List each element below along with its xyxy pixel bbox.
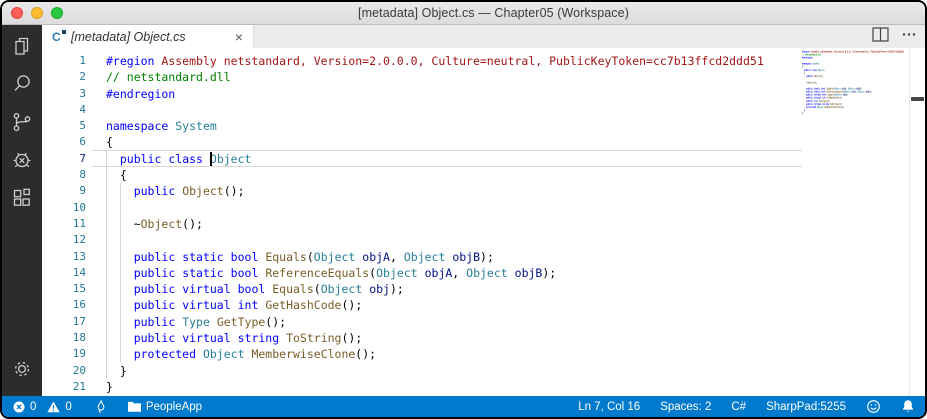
tab-close-icon[interactable]: × bbox=[233, 30, 245, 44]
code-line[interactable]: 2// netstandard.dll bbox=[42, 69, 925, 85]
code-line[interactable]: 8 { bbox=[42, 167, 925, 183]
code-line[interactable]: 3 #endregion bbox=[42, 86, 925, 102]
code-line[interactable]: 6{ bbox=[42, 134, 925, 150]
settings-button[interactable] bbox=[2, 352, 42, 390]
flame-icon bbox=[94, 399, 107, 414]
editor-actions bbox=[872, 25, 917, 48]
more-actions-icon[interactable] bbox=[901, 27, 917, 47]
sidebar-item-explorer[interactable] bbox=[2, 29, 42, 67]
editor-group: C [metadata] Object.cs × 1 #region Assem… bbox=[42, 25, 925, 396]
error-icon bbox=[12, 400, 26, 414]
overview-ruler-cursor-mark bbox=[911, 97, 924, 101]
language-mode[interactable]: C# bbox=[731, 401, 746, 413]
sidebar-item-debug[interactable] bbox=[2, 143, 42, 181]
code-line[interactable]: 7 public class Object bbox=[42, 151, 925, 167]
source-control-icon bbox=[10, 110, 34, 139]
activity-bar bbox=[2, 25, 42, 396]
main-area: C [metadata] Object.cs × 1 #region Assem… bbox=[2, 25, 925, 396]
split-editor-icon[interactable] bbox=[872, 26, 889, 47]
code-line[interactable]: 19 protected Object MemberwiseClone(); bbox=[42, 346, 925, 362]
notifications-bell-icon[interactable] bbox=[901, 399, 915, 414]
code-line[interactable]: 14 public static bool ReferenceEquals(Ob… bbox=[42, 265, 925, 281]
gear-icon bbox=[10, 357, 34, 386]
project-name: PeopleApp bbox=[145, 400, 203, 413]
titlebar: [metadata] Object.cs — Chapter05 (Worksp… bbox=[2, 2, 925, 25]
close-window-button[interactable] bbox=[11, 7, 23, 19]
omnisharp-flame[interactable] bbox=[94, 399, 107, 414]
minimize-window-button[interactable] bbox=[31, 7, 43, 19]
sidebar-item-search[interactable] bbox=[2, 67, 42, 105]
tab-bar: C [metadata] Object.cs × bbox=[42, 25, 925, 48]
problems-indicator[interactable]: 0 0 bbox=[12, 400, 72, 414]
code-editor[interactable]: 1 #region Assembly netstandard, Version=2… bbox=[42, 48, 925, 396]
code-line[interactable]: 18 public virtual string ToString(); bbox=[42, 330, 925, 346]
tab-label: [metadata] Object.cs bbox=[71, 29, 186, 44]
workspace-project[interactable]: PeopleApp bbox=[127, 400, 202, 413]
warning-icon bbox=[46, 400, 61, 414]
zoom-window-button[interactable] bbox=[51, 7, 63, 19]
tab-metadata-object-cs[interactable]: C [metadata] Object.cs × bbox=[42, 25, 254, 48]
code-line[interactable]: 20 } bbox=[42, 363, 925, 379]
editor-scrollbar[interactable] bbox=[909, 48, 925, 396]
sidebar-item-source-control[interactable] bbox=[2, 105, 42, 143]
debug-icon bbox=[10, 148, 34, 177]
code-line[interactable]: 12 bbox=[42, 232, 925, 248]
minimap[interactable]: #region Assembly netstandard, Version=2.… bbox=[802, 50, 912, 394]
code-line[interactable]: 9 public Object(); bbox=[42, 183, 925, 199]
code-line[interactable]: 21} bbox=[42, 379, 925, 395]
csharp-file-icon: C bbox=[52, 29, 66, 44]
indentation-setting[interactable]: Spaces: 2 bbox=[660, 401, 711, 413]
code-line[interactable]: 15 public virtual bool Equals(Object obj… bbox=[42, 281, 925, 297]
code-line[interactable]: 16 public virtual int GetHashCode(); bbox=[42, 297, 925, 313]
traffic-lights bbox=[11, 2, 63, 24]
status-bar: 0 0 PeopleApp Ln 7, Col 16 Spaces: 2 C# … bbox=[2, 396, 925, 417]
explorer-icon bbox=[10, 34, 34, 63]
warning-count: 0 bbox=[65, 400, 72, 413]
code-line[interactable]: 1 #region Assembly netstandard, Version=2… bbox=[42, 53, 925, 69]
search-icon bbox=[10, 72, 34, 101]
sharppad-port[interactable]: SharpPad:5255 bbox=[766, 401, 846, 413]
minimap-content: #region Assembly netstandard, Version=2.… bbox=[802, 50, 904, 115]
code-line[interactable]: 13 public static bool Equals(Object objA… bbox=[42, 249, 925, 265]
sidebar-item-extensions[interactable] bbox=[2, 181, 42, 219]
code-lines: 1 #region Assembly netstandard, Version=2… bbox=[42, 53, 925, 395]
window-title: [metadata] Object.cs — Chapter05 (Worksp… bbox=[358, 6, 629, 20]
cursor-position[interactable]: Ln 7, Col 16 bbox=[578, 401, 640, 413]
folder-icon bbox=[127, 400, 142, 413]
status-bar-right: Ln 7, Col 16 Spaces: 2 C# SharpPad:5255 bbox=[578, 399, 915, 414]
code-line[interactable]: 5 namespace System bbox=[42, 118, 925, 134]
window-frame: [metadata] Object.cs — Chapter05 (Worksp… bbox=[0, 0, 927, 419]
code-line[interactable]: 11 ~Object(); bbox=[42, 216, 925, 232]
code-line[interactable]: 17 public Type GetType(); bbox=[42, 314, 925, 330]
code-line[interactable]: 4 bbox=[42, 102, 925, 118]
text-cursor bbox=[210, 152, 212, 166]
extensions-icon bbox=[10, 186, 34, 215]
code-line[interactable]: 10 bbox=[42, 200, 925, 216]
vscode-window: [metadata] Object.cs — Chapter05 (Worksp… bbox=[2, 2, 925, 417]
feedback-smiley-icon[interactable] bbox=[866, 399, 881, 414]
error-count: 0 bbox=[30, 400, 37, 413]
